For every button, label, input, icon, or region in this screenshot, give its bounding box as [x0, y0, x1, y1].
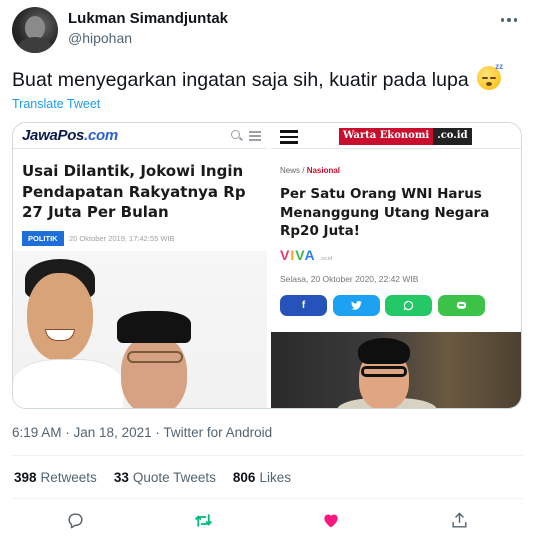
article-photo: [13, 251, 267, 408]
divider: [12, 498, 523, 499]
media-image-jawapos[interactable]: JawaPos.com Usai Dilantik, Jokowi Ingin …: [13, 123, 267, 408]
tweet-media[interactable]: JawaPos.com Usai Dilantik, Jokowi Ingin …: [12, 122, 522, 409]
likes-stat[interactable]: 806 Likes: [233, 470, 291, 485]
share-icon[interactable]: [448, 509, 470, 531]
jawapos-headline: Usai Dilantik, Jokowi Ingin Pendapatan R…: [22, 162, 246, 221]
divider: [12, 455, 523, 456]
facebook-share-icon: f: [280, 295, 327, 316]
article-date: 20 Oktober 2019, 17:42:55 WIB: [69, 234, 175, 243]
media-image-wartaekonomi[interactable]: Warta Ekonomi .co.id News / Nasional Per …: [269, 123, 521, 408]
tweet-time[interactable]: 6:19 AM: [12, 425, 62, 440]
twitter-share-icon: [333, 295, 380, 316]
sleeping-face-icon: zz: [477, 62, 503, 90]
heart-icon[interactable]: [320, 509, 342, 531]
tweet-date[interactable]: Jan 18, 2021: [74, 425, 152, 440]
avatar-body: [18, 37, 52, 53]
line-share-icon: [438, 295, 485, 316]
retweets-stat[interactable]: 398 Retweets: [14, 470, 97, 485]
wartaekonomi-header: Warta Ekonomi .co.id: [271, 123, 521, 149]
hamburger-menu-icon: [280, 130, 298, 147]
reply-icon[interactable]: [64, 509, 86, 531]
retweet-icon[interactable]: [192, 509, 214, 531]
tweet-client[interactable]: Twitter for Android: [163, 425, 272, 440]
author-handle[interactable]: @hipohan: [68, 30, 132, 46]
quote-tweets-stat[interactable]: 33 Quote Tweets: [114, 470, 216, 485]
article-date: Selasa, 20 Oktober 2020, 22:42 WIB: [280, 274, 419, 284]
category-badge: POLITIK: [22, 231, 64, 246]
wartaekonomi-logo: Warta Ekonomi .co.id: [339, 128, 472, 145]
menu-icon: [249, 131, 261, 143]
wartaekonomi-headline: Per Satu Orang WNI Harus Menanggung Utan…: [280, 186, 490, 239]
more-icon[interactable]: [497, 10, 521, 30]
tweet-timestamp: 6:19 AM · Jan 18, 2021 · Twitter for And…: [12, 425, 273, 440]
viva-logo: VIVA .co.id: [280, 247, 332, 263]
tweet-body: Buat menyegarkan ingatan saja sih, kuati…: [12, 69, 469, 91]
author-display-name[interactable]: Lukman Simandjuntak: [68, 10, 228, 27]
search-icon: [231, 130, 240, 139]
avatar[interactable]: [12, 7, 58, 53]
tweet-text: Buat menyegarkan ingatan saja sih, kuati…: [12, 62, 503, 92]
whatsapp-share-icon: [385, 295, 432, 316]
translate-tweet-link[interactable]: Translate Tweet: [12, 97, 100, 111]
tweet-stats: 398 Retweets 33 Quote Tweets 806 Likes: [14, 470, 291, 485]
jawapos-header: JawaPos.com: [13, 123, 267, 149]
breadcrumb: News / Nasional: [280, 166, 341, 175]
jawapos-logo: JawaPos.com: [22, 127, 118, 144]
article-photo: [271, 332, 521, 408]
